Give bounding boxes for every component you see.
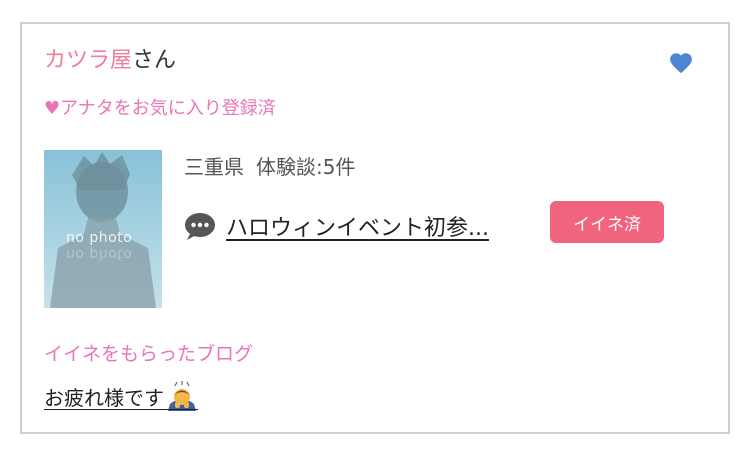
experience-count-text: 体験談:5件 <box>256 155 356 179</box>
post-title-link[interactable]: ハロウィンイベント初参... <box>226 210 489 242</box>
speech-bubble-icon <box>185 213 215 240</box>
silhouette-image <box>50 152 156 308</box>
no-photo-text: no photo <box>66 230 133 246</box>
favorite-status-text: ♥アナタをお気に入り登録済 <box>44 98 276 119</box>
liked-blog-label: イイネをもらったブログ <box>44 343 254 365</box>
liked-blog-underline <box>44 408 198 410</box>
shop-meta: 三重県 体験談:5件 <box>184 152 355 182</box>
shop-name-link[interactable]: カツラ屋 <box>44 48 132 73</box>
bowing-person-emoji <box>168 381 196 411</box>
iine-done-badge[interactable]: イイネ済 <box>550 201 664 243</box>
prefecture-text: 三重県 <box>184 155 244 179</box>
no-photo-reflection: no photo <box>66 246 133 262</box>
liked-blog-title: お疲れ様です <box>44 385 164 410</box>
profile-photo[interactable]: no photo no photo <box>44 150 162 308</box>
shop-heading: カツラ屋さん <box>44 46 176 76</box>
latest-post-row: ハロウィンイベント初参... <box>184 208 489 244</box>
heart-icon <box>670 53 692 74</box>
liked-blog-link[interactable]: お疲れ様です <box>44 380 198 412</box>
favorite-shop-card: カツラ屋さん ♥アナタをお気に入り登録済 no photo no photo 三… <box>20 22 730 434</box>
favorite-heart-button[interactable] <box>666 48 696 78</box>
shop-name-suffix: さん <box>132 48 177 73</box>
